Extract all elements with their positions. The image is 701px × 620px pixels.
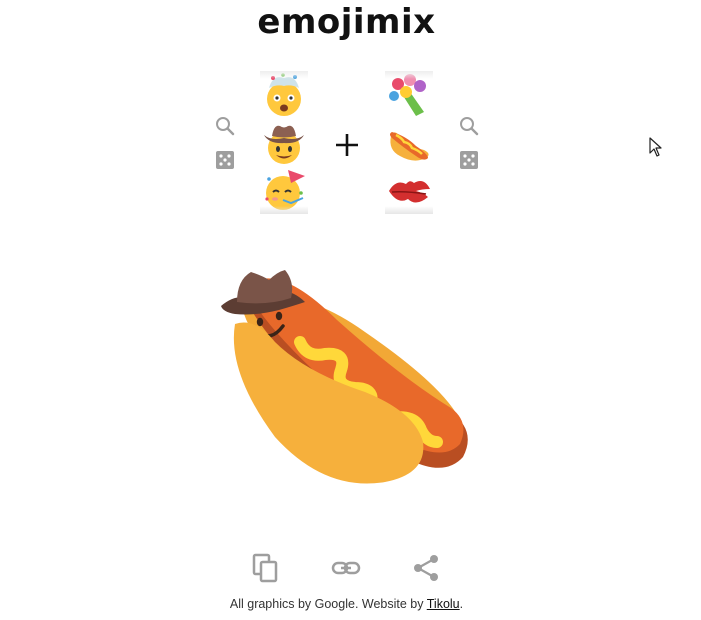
bouquet-emoji[interactable]	[385, 71, 433, 119]
search-icon[interactable]	[214, 115, 236, 137]
right-emoji-reel[interactable]	[385, 71, 433, 214]
dice-icon[interactable]	[215, 150, 237, 172]
exploding-head-emoji[interactable]	[260, 71, 308, 119]
mouse-cursor-icon	[649, 137, 662, 157]
tikolu-link[interactable]: Tikolu	[427, 597, 460, 611]
hot-dog-emoji[interactable]	[385, 119, 433, 167]
link-icon[interactable]	[330, 552, 362, 584]
page-title: emojimix	[257, 2, 436, 42]
copy-icon[interactable]	[250, 552, 282, 584]
kiss-mark-emoji[interactable]	[385, 166, 433, 214]
share-icon[interactable]	[410, 552, 442, 584]
footer-period: .	[459, 597, 464, 611]
search-icon[interactable]	[458, 115, 480, 137]
cowboy-hat-face-emoji[interactable]	[260, 119, 308, 167]
dice-icon[interactable]	[459, 150, 481, 172]
result-emoji[interactable]	[215, 262, 473, 492]
plus-icon	[336, 134, 358, 156]
footer-text: All graphics by Google. Website by	[229, 597, 427, 611]
partying-face-emoji[interactable]	[260, 166, 308, 214]
footer-credits: All graphics by Google. Website by Tikol…	[0, 597, 693, 611]
left-emoji-reel[interactable]	[260, 71, 308, 214]
